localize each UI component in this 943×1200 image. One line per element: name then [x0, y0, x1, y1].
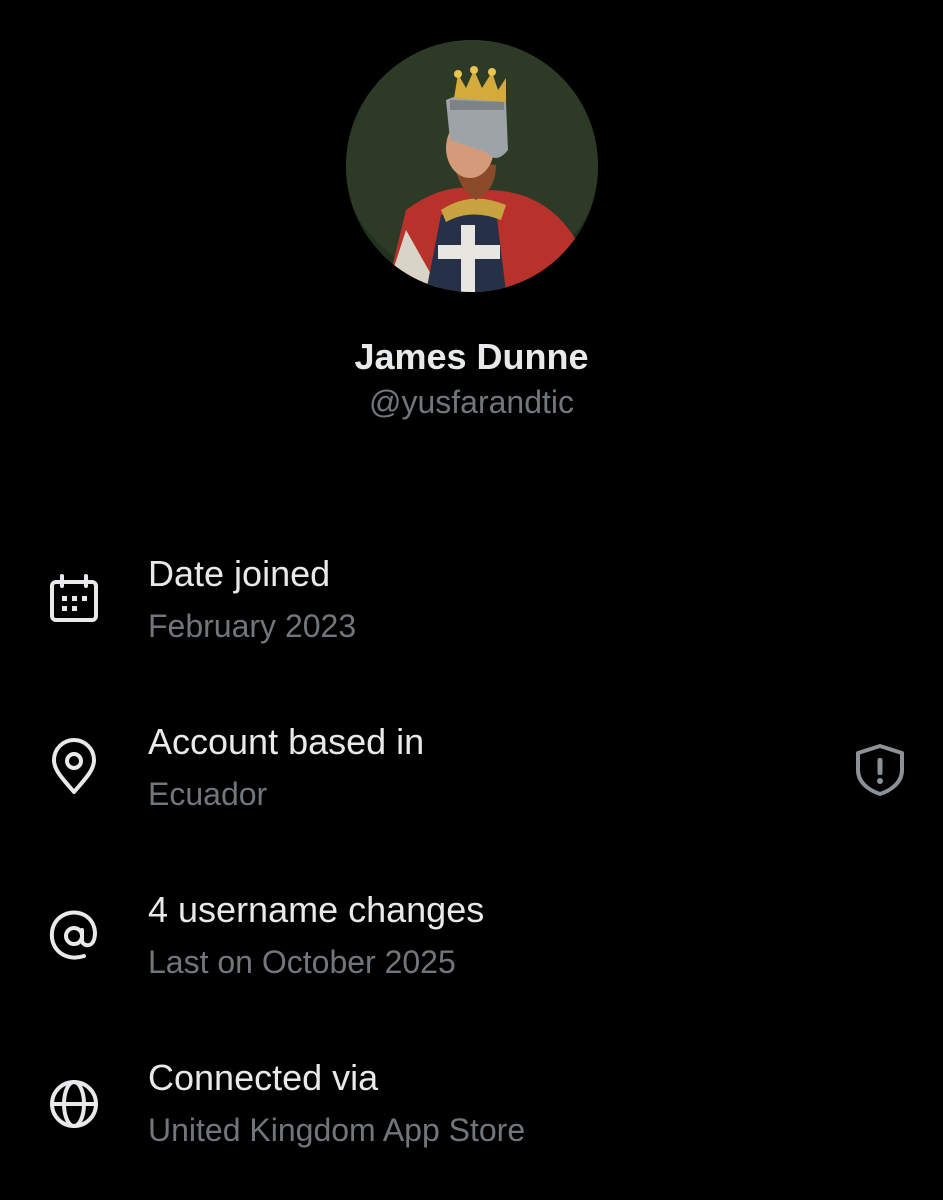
- info-row-date-joined: Date joined February 2023: [0, 552, 943, 662]
- at-sign-icon: [44, 906, 104, 966]
- info-row-title: 4 username changes: [148, 889, 485, 930]
- globe-icon: [44, 1074, 104, 1134]
- info-row-title: Date joined: [148, 553, 331, 594]
- info-row-connected-via: Connected via United Kingdom App Store: [0, 1056, 943, 1166]
- info-row-title: Connected via: [148, 1057, 379, 1098]
- shield-alert-icon[interactable]: [852, 742, 908, 798]
- info-row-value: Ecuador: [148, 776, 268, 812]
- info-row-account-based-in: Account based in Ecuador: [0, 720, 943, 830]
- location-pin-icon: [44, 738, 104, 798]
- info-row-value: February 2023: [148, 608, 357, 644]
- info-row-title: Account based in: [148, 721, 425, 762]
- info-row-value: Last on October 2025: [148, 944, 456, 980]
- avatar-image: [346, 40, 598, 292]
- calendar-icon: [44, 570, 104, 630]
- info-row-value: United Kingdom App Store: [148, 1112, 526, 1148]
- profile-handle: @yusfarandtic: [368, 384, 574, 420]
- info-row-username-changes: 4 username changes Last on October 2025: [0, 888, 943, 998]
- profile-avatar[interactable]: [346, 40, 598, 292]
- profile-display-name: James Dunne: [354, 336, 589, 377]
